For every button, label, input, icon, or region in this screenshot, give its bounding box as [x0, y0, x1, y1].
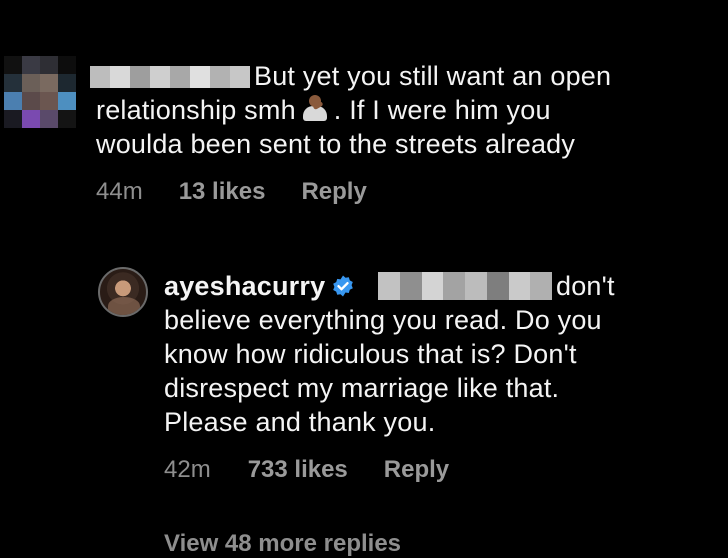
comment-text-line: believe everything you read. Do you	[164, 305, 602, 335]
ayeshacurry-avatar[interactable]	[98, 267, 148, 317]
comment-text-line: Please and thank you.	[164, 407, 436, 437]
comment-timestamp: 42m	[164, 456, 211, 483]
commenter-username-pixelated[interactable]	[90, 66, 250, 88]
comment-likes-link[interactable]: 13 likes	[179, 178, 266, 206]
verified-badge-icon	[333, 275, 354, 297]
reply-button[interactable]: Reply	[301, 178, 366, 206]
comment-text-line: know how ridiculous that is? Don't	[164, 339, 577, 369]
comment-text-line: relationship smh . If I were him you	[96, 93, 551, 127]
comment-text-line: disrespect my marriage like that.	[164, 373, 560, 403]
mentioned-username-pixelated[interactable]	[378, 272, 552, 300]
comment-meta: 44m 13 likes Reply	[96, 178, 367, 206]
view-more-replies-link[interactable]: View 48 more replies	[164, 530, 401, 558]
comment-header: ayeshacurry	[164, 269, 361, 303]
comment-likes-link[interactable]: 733 likes	[248, 456, 348, 484]
man-shrugging-emoji-icon	[300, 93, 330, 123]
comment-text-line: But yet you still want an open	[254, 61, 612, 91]
comment-text-line: woulda been sent to the streets already	[96, 129, 576, 159]
comment-meta: 42m 733 likes Reply	[164, 456, 449, 484]
username-link[interactable]: ayeshacurry	[164, 271, 325, 301]
comment-timestamp: 44m	[96, 178, 143, 205]
reply-button[interactable]: Reply	[384, 456, 449, 484]
comment-text-segment: . If I were him you	[333, 95, 551, 125]
comment-text-line: don't	[556, 271, 615, 301]
comment-text-segment: relationship smh	[96, 95, 296, 125]
commenter-avatar-pixelated[interactable]	[4, 56, 76, 128]
